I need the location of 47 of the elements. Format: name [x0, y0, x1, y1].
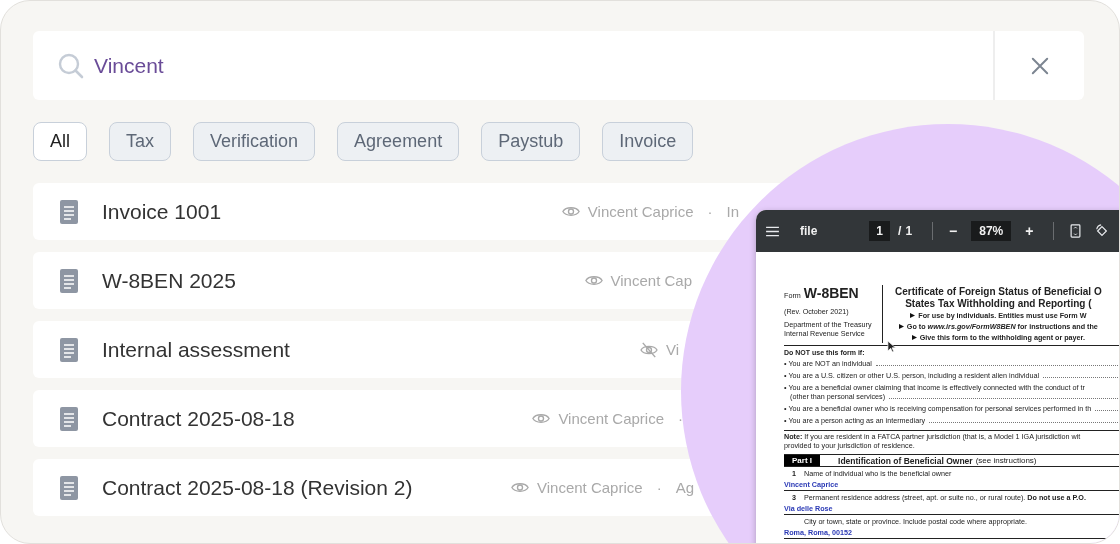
- owner-name: Vi: [665, 341, 679, 358]
- part-hint: (see instructions): [975, 456, 1037, 465]
- page-fit-icon: [1070, 224, 1082, 238]
- owner-name: Vincent Caprice: [558, 410, 664, 427]
- filter-chip[interactable]: Invoice: [602, 122, 694, 161]
- menu-button[interactable]: [766, 225, 779, 237]
- document-icon: [60, 337, 78, 362]
- rotate-button[interactable]: [1095, 224, 1110, 238]
- form-number: W-8BEN: [803, 285, 859, 301]
- document-icon: [60, 199, 78, 224]
- page-count: 1: [905, 224, 913, 238]
- separator-dot: ·: [678, 410, 683, 427]
- zoom-in-button[interactable]: +: [1025, 223, 1034, 239]
- search-text: Vincent: [94, 53, 165, 78]
- pointer-triangle-icon: [911, 335, 917, 340]
- document-icon: [60, 475, 78, 500]
- filter-chip[interactable]: Verification: [193, 122, 316, 161]
- document-title: Contract 2025-08-18: [102, 406, 296, 431]
- document-icon: [60, 406, 78, 431]
- document-type: Ag: [675, 479, 694, 496]
- part-label: Part I: [784, 455, 820, 466]
- search-field[interactable]: Vincent: [33, 31, 1084, 100]
- owner-name: Vincent Caprice: [587, 203, 694, 220]
- menu-icon: [766, 225, 779, 237]
- document-icon: [60, 268, 78, 293]
- filter-chip[interactable]: Paystub: [481, 122, 581, 161]
- file-name: file: [800, 224, 818, 238]
- filter-chip[interactable]: All: [33, 122, 87, 161]
- document-type: In: [726, 203, 739, 220]
- page-number-field[interactable]: 1: [869, 221, 891, 241]
- rotate-icon: [1095, 224, 1110, 238]
- filter-chip[interactable]: Agreement: [337, 122, 460, 161]
- close-icon: [1030, 56, 1049, 75]
- separator-dot: ·: [656, 479, 662, 496]
- zoom-out-button[interactable]: −: [949, 223, 958, 239]
- page-separator: /: [898, 224, 902, 238]
- search-icon: [57, 51, 85, 80]
- zoom-field[interactable]: 87%: [971, 221, 1012, 241]
- owner-name: Vincent Caprice: [537, 479, 643, 496]
- fit-page-button[interactable]: [1070, 224, 1082, 238]
- document-title: W-8BEN 2025: [102, 268, 237, 293]
- document-title: Contract 2025-08-18 (Revision 2): [102, 475, 414, 500]
- document-title: Invoice 1001: [102, 199, 223, 224]
- document-title: Internal assessment: [102, 337, 291, 362]
- separator-dot: ·: [707, 203, 713, 220]
- owner-name: Vincent Cap: [610, 272, 692, 289]
- filter-chip[interactable]: Tax: [109, 122, 172, 161]
